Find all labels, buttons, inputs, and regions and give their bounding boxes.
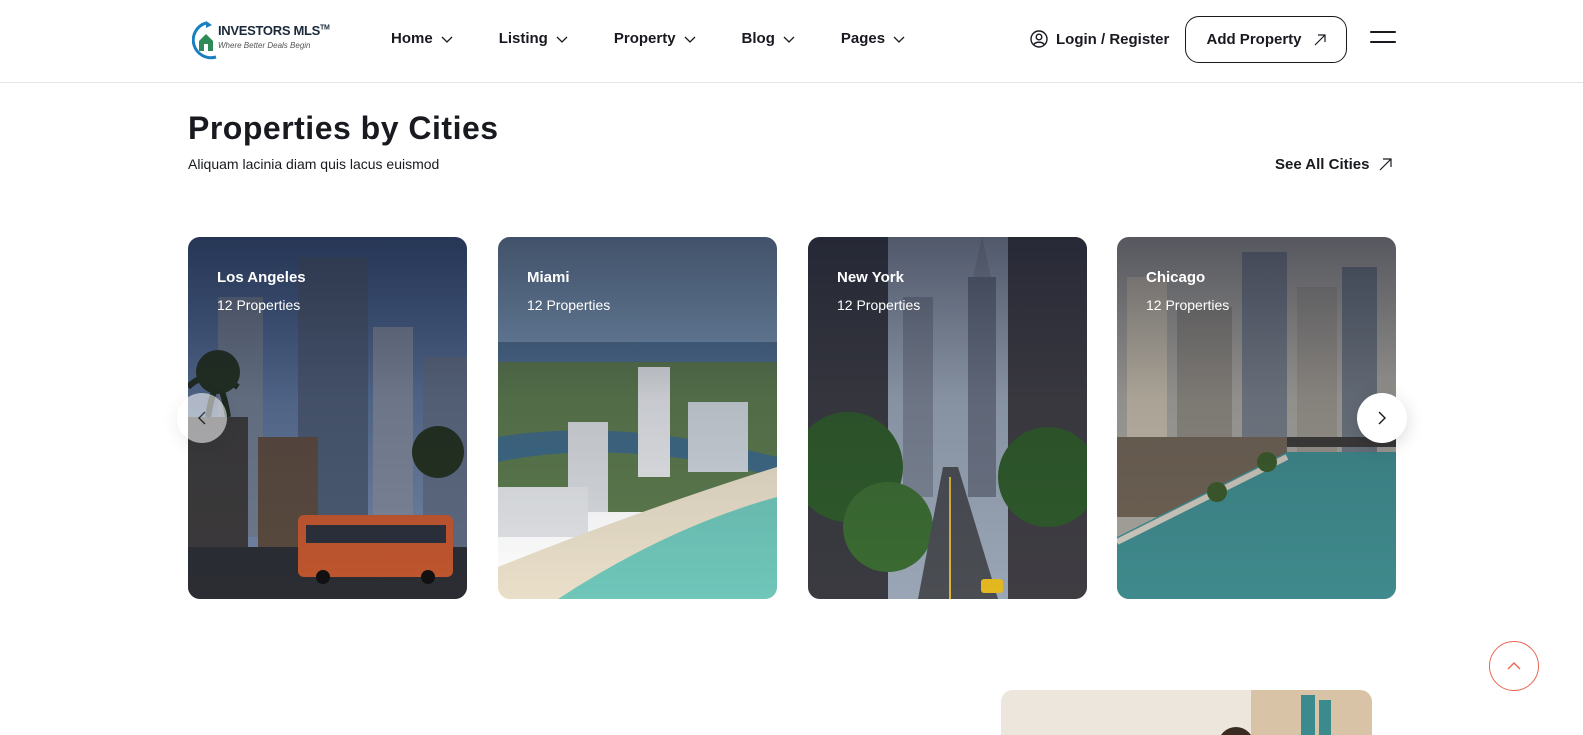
nav-label: Blog <box>741 30 775 47</box>
arrow-up-right-icon <box>1314 33 1326 45</box>
nav-label: Pages <box>840 30 886 47</box>
logo-text: INVESTORS MLSTM <box>218 23 330 38</box>
see-all-label: See All Cities <box>1275 156 1370 173</box>
logo-house-icon <box>192 21 217 60</box>
nav-item-pages[interactable]: Pages <box>841 30 905 47</box>
carousel-prev-button[interactable] <box>177 393 227 443</box>
city-property-count: 12 Properties <box>217 297 301 313</box>
nav-label: Home <box>391 30 433 47</box>
arrow-up-right-icon <box>1380 158 1393 171</box>
city-name: New York <box>837 269 904 286</box>
chevron-down-icon <box>556 36 568 43</box>
logo-tagline: Where Better Deals Begin <box>218 41 311 50</box>
hamburger-menu-icon[interactable] <box>1370 31 1396 47</box>
city-name: Chicago <box>1146 269 1206 286</box>
next-section-image <box>1001 690 1372 735</box>
logo[interactable]: INVESTORS MLSTM Where Better Deals Begin <box>192 17 330 63</box>
city-property-count: 12 Properties <box>1146 297 1230 313</box>
city-card-miami[interactable]: Miami 12 Properties <box>498 237 777 599</box>
nav-item-property[interactable]: Property <box>614 30 696 47</box>
section-subtitle: Aliquam lacinia diam quis lacus euismod <box>188 156 440 172</box>
interior-photo <box>1001 690 1372 735</box>
card-overlay <box>1117 237 1396 599</box>
city-card-los-angeles[interactable]: Los Angeles 12 Properties <box>188 237 467 599</box>
scroll-to-top-button[interactable] <box>1489 641 1539 691</box>
see-all-cities-link[interactable]: See All Cities <box>1275 156 1393 173</box>
user-circle-icon <box>1030 30 1048 48</box>
card-overlay <box>498 237 777 599</box>
nav-item-home[interactable]: Home <box>391 30 453 47</box>
chevron-up-icon <box>1507 662 1521 670</box>
chevron-down-icon <box>684 36 696 43</box>
city-property-count: 12 Properties <box>837 297 921 313</box>
section-title: Properties by Cities <box>188 110 499 146</box>
card-overlay <box>188 237 467 599</box>
nav-label: Property <box>613 30 676 47</box>
login-register-link[interactable]: Login / Register <box>1030 30 1169 48</box>
chevron-down-icon <box>783 36 795 43</box>
main-nav: Home Listing Property Blog Pages <box>391 30 951 47</box>
city-property-count: 12 Properties <box>527 297 611 313</box>
chevron-down-icon <box>441 36 453 43</box>
carousel-next-button[interactable] <box>1357 393 1407 443</box>
chevron-right-icon <box>1378 411 1386 425</box>
login-label: Login / Register <box>1056 30 1170 48</box>
chevron-left-icon <box>198 411 206 425</box>
city-name: Miami <box>527 269 570 286</box>
add-property-label: Add Property <box>1206 31 1302 48</box>
city-card-chicago[interactable]: Chicago 12 Properties <box>1117 237 1396 599</box>
city-name: Los Angeles <box>217 269 306 286</box>
add-property-button[interactable]: Add Property <box>1185 16 1347 63</box>
nav-item-listing[interactable]: Listing <box>499 30 568 47</box>
nav-item-blog[interactable]: Blog <box>742 30 795 47</box>
card-overlay <box>808 237 1087 599</box>
nav-label: Listing <box>498 30 548 47</box>
chevron-down-icon <box>893 36 905 43</box>
city-card-new-york[interactable]: New York 12 Properties <box>808 237 1087 599</box>
site-header: INVESTORS MLSTM Where Better Deals Begin… <box>0 0 1583 83</box>
